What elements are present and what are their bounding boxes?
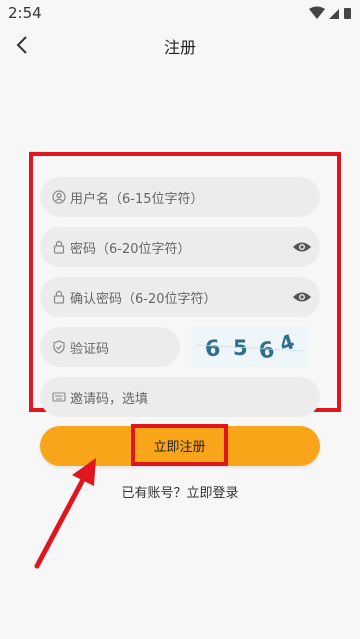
login-link[interactable]: 已有账号？立即登录 xyxy=(0,482,360,501)
signal-icon xyxy=(329,9,339,19)
app-header: 注册 xyxy=(0,26,360,66)
page-title: 注册 xyxy=(163,38,196,57)
shield-icon xyxy=(52,340,66,354)
status-time: 2:54 xyxy=(8,4,42,22)
captcha-field[interactable]: 验证码 xyxy=(40,327,180,367)
username-placeholder: 用户名（6-15位字符） xyxy=(70,191,204,207)
eye-icon[interactable] xyxy=(292,288,312,306)
wifi-icon xyxy=(309,6,325,19)
invite-code-field[interactable]: 邀请码，选填 xyxy=(40,377,320,417)
eye-icon[interactable] xyxy=(292,238,312,256)
lock-icon xyxy=(52,290,66,304)
captcha-code: 6 5 6 4 xyxy=(196,329,304,365)
captcha-placeholder: 验证码 xyxy=(70,341,110,357)
status-bar: 2:54 xyxy=(0,0,360,26)
username-field[interactable]: 用户名（6-15位字符） xyxy=(40,177,320,217)
confirm-password-field[interactable]: 确认密码（6-20位字符） xyxy=(40,277,320,317)
user-icon xyxy=(52,190,66,204)
confirm-password-placeholder: 确认密码（6-20位字符） xyxy=(70,291,217,307)
svg-text:6: 6 xyxy=(257,338,276,365)
lock-icon xyxy=(52,240,66,254)
captcha-image[interactable]: 6 5 6 4 xyxy=(191,327,310,367)
battery-icon xyxy=(344,8,351,19)
svg-text:6: 6 xyxy=(204,336,222,362)
password-placeholder: 密码（6-20位字符） xyxy=(70,241,191,257)
invite-placeholder: 邀请码，选填 xyxy=(70,391,149,407)
system-icons xyxy=(309,6,351,19)
register-button-label[interactable]: 立即注册 xyxy=(131,424,228,466)
password-field[interactable]: 密码（6-20位字符） xyxy=(40,227,320,267)
svg-text:4: 4 xyxy=(277,329,298,356)
keyboard-icon xyxy=(52,390,66,404)
